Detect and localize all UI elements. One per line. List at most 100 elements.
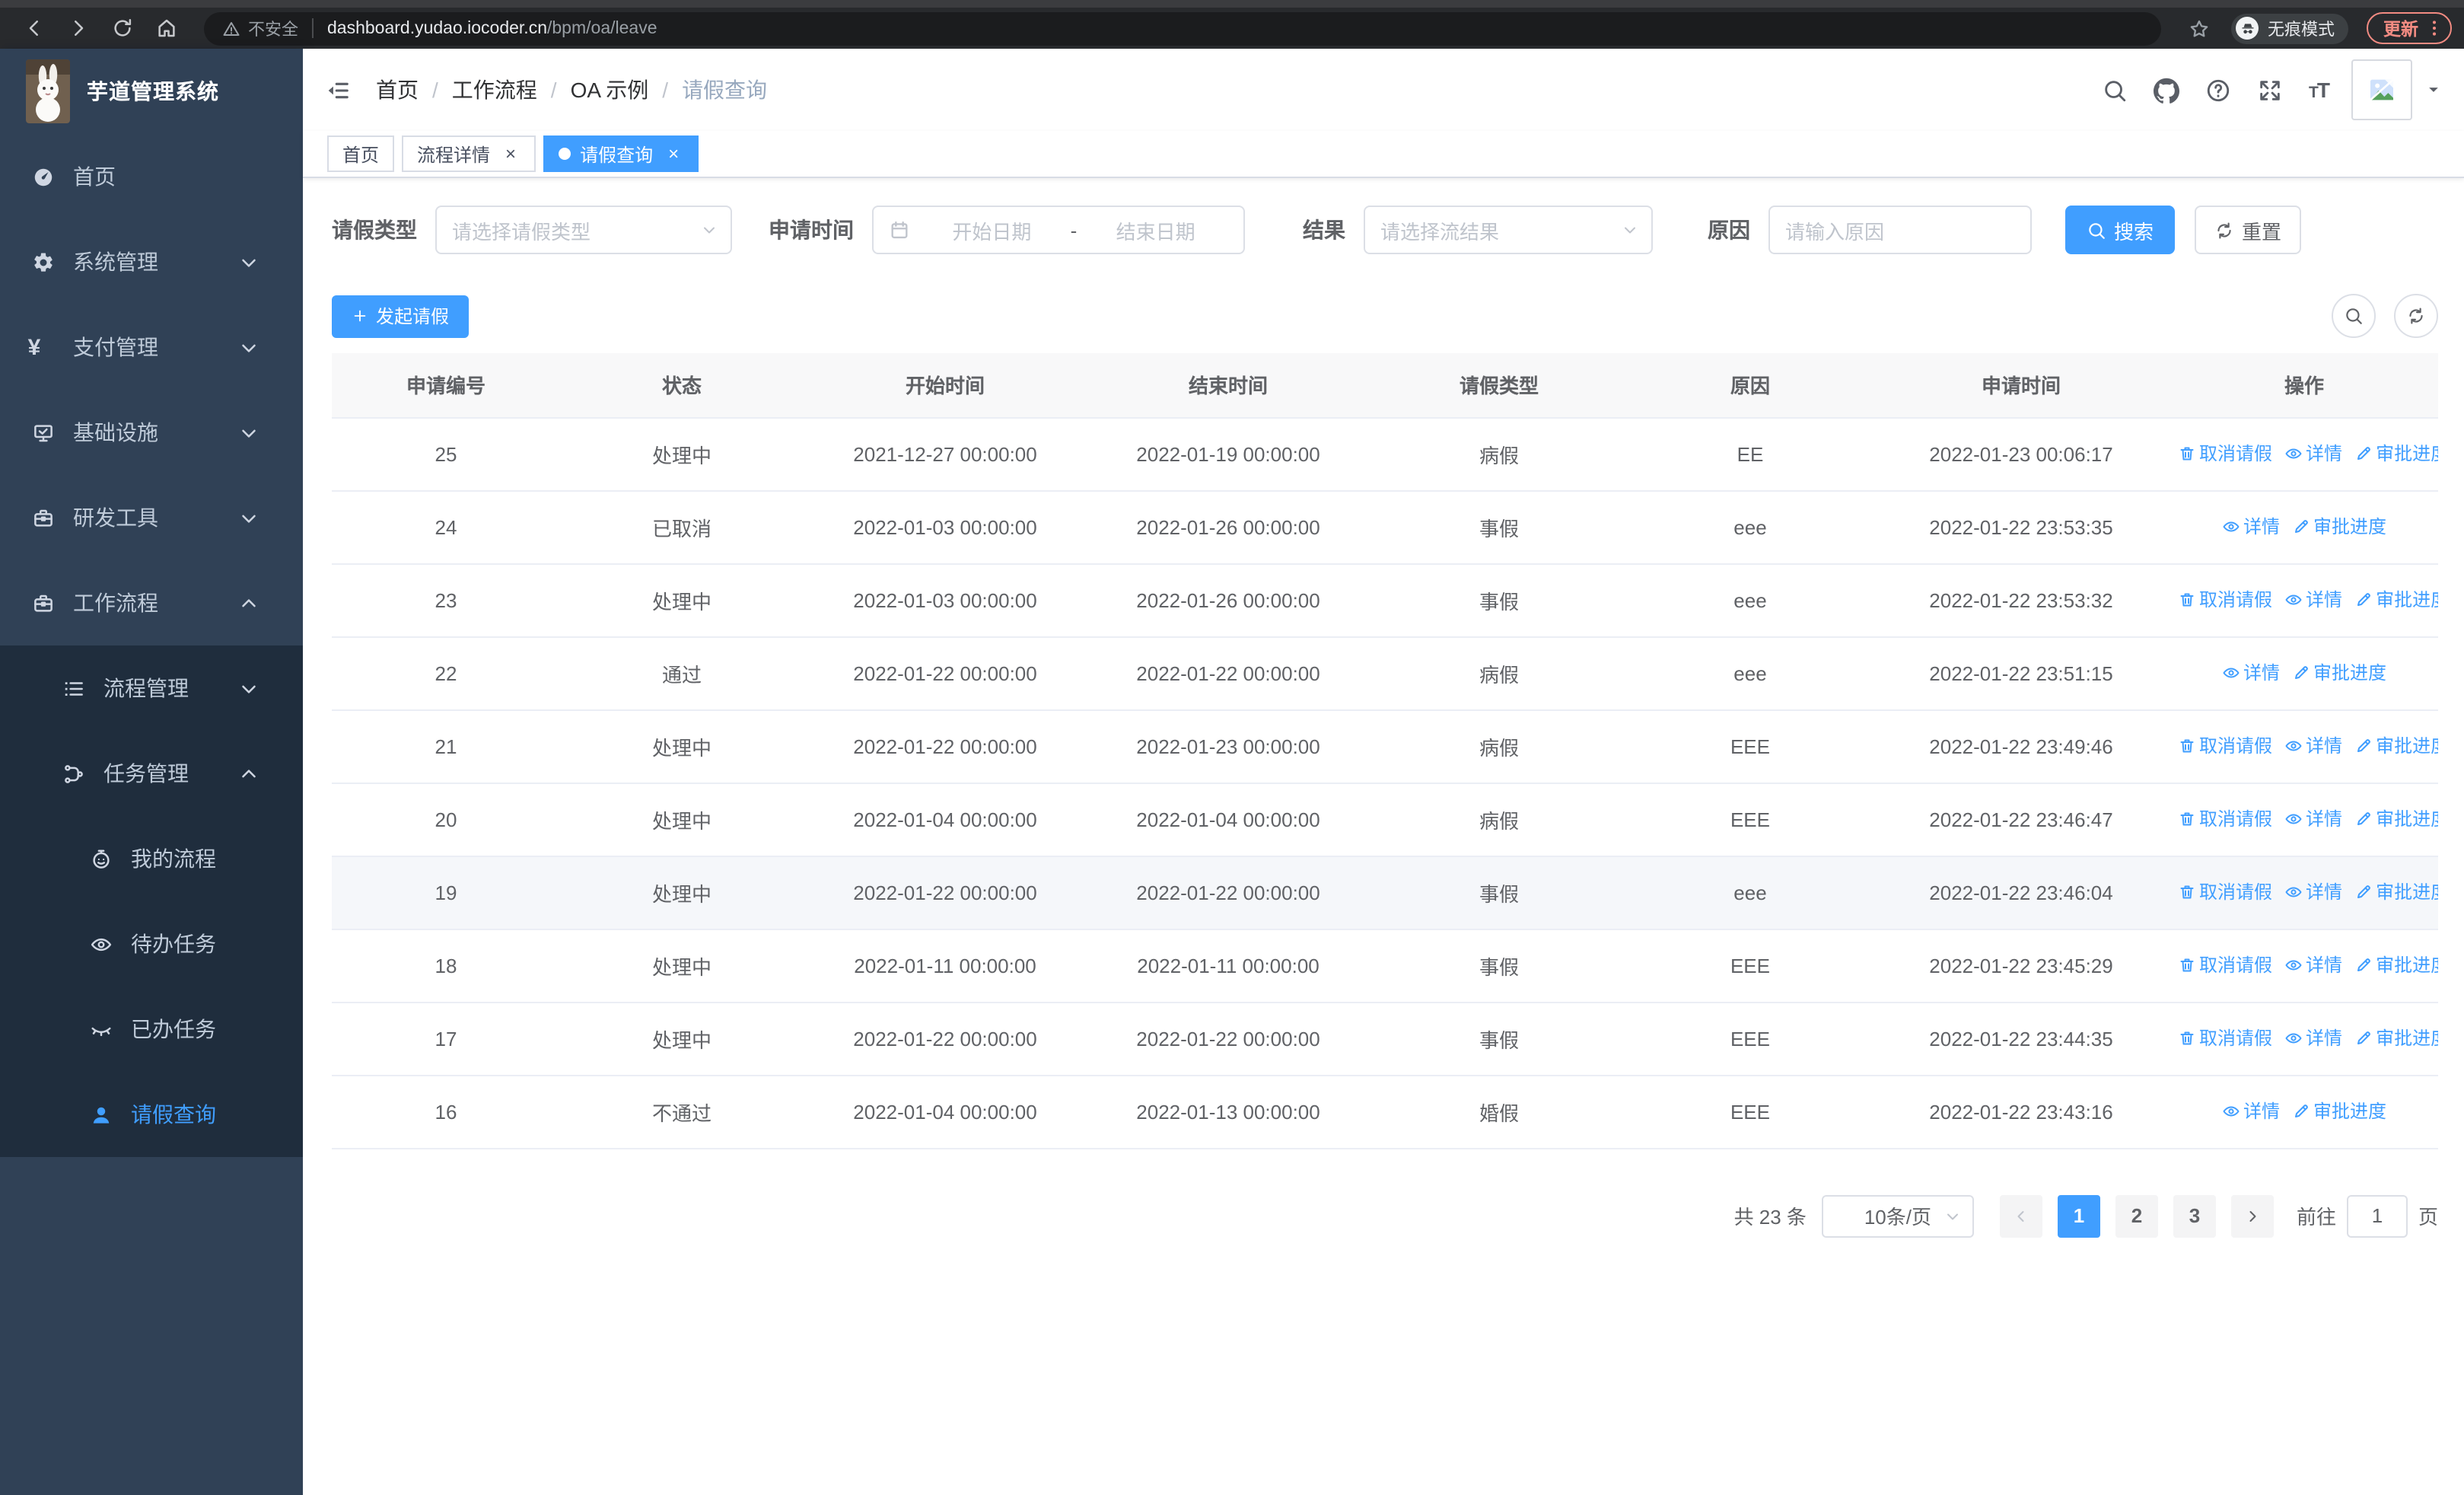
action-取消请假[interactable]: 取消请假	[2178, 441, 2272, 467]
sidebar-item-我的流程[interactable]: 我的流程	[0, 816, 303, 901]
reason-placeholder: 请输入原因	[1785, 220, 1885, 243]
action-详情[interactable]: 详情	[2284, 879, 2342, 905]
tab-close-icon[interactable]: ×	[501, 144, 520, 164]
action-详情[interactable]: 详情	[2284, 587, 2342, 613]
breadcrumb-item[interactable]: 首页	[376, 75, 419, 105]
action-详情[interactable]: 详情	[2284, 806, 2342, 832]
action-审批进度[interactable]: 审批进度	[2292, 514, 2386, 540]
breadcrumb-item[interactable]: 工作流程	[452, 75, 537, 105]
breadcrumb-item[interactable]: OA 示例	[571, 75, 649, 105]
cell-start-time: 2022-01-22 00:00:00	[804, 1002, 1087, 1076]
logo-row[interactable]: 芋道管理系统	[0, 49, 303, 134]
help-icon[interactable]	[2205, 77, 2231, 103]
header-search-icon[interactable]	[2102, 77, 2128, 103]
date-range-input[interactable]: 开始日期 - 结束日期	[872, 206, 1245, 254]
action-label: 取消请假	[2199, 443, 2273, 465]
action-审批进度[interactable]: 审批进度	[2354, 587, 2438, 613]
next-page-button[interactable]	[2230, 1194, 2274, 1237]
action-详情[interactable]: 详情	[2222, 660, 2280, 686]
action-取消请假[interactable]: 取消请假	[2178, 1025, 2272, 1051]
action-label: 取消请假	[2199, 881, 2273, 904]
action-详情[interactable]: 详情	[2222, 1098, 2280, 1124]
action-审批进度[interactable]: 审批进度	[2354, 806, 2438, 832]
page-button-3[interactable]: 3	[2173, 1194, 2216, 1237]
sidebar-item-label: 我的流程	[131, 846, 216, 871]
refresh-table-button[interactable]	[2394, 294, 2438, 338]
sidebar-item-研发工具[interactable]: 研发工具	[0, 475, 303, 560]
tab-流程详情[interactable]: 流程详情 ×	[402, 135, 536, 172]
tab-请假查询[interactable]: 请假查询 ×	[543, 135, 699, 172]
create-leave-button[interactable]: 发起请假	[332, 295, 470, 337]
cell-end-time: 2022-01-26 00:00:00	[1087, 490, 1370, 564]
search-button[interactable]: 搜索	[2065, 206, 2176, 254]
fullscreen-icon[interactable]	[2257, 77, 2283, 103]
pagination-pages: 123	[2050, 1194, 2224, 1237]
sidebar-item-支付管理[interactable]: ¥ 支付管理	[0, 304, 303, 390]
avatar[interactable]	[2351, 59, 2412, 120]
reload-icon[interactable]	[111, 17, 134, 40]
page-button-2[interactable]: 2	[2115, 1194, 2158, 1237]
sidebar-item-流程管理[interactable]: 流程管理	[0, 645, 303, 731]
leave-type-select[interactable]: 请选择请假类型	[435, 206, 732, 254]
sidebar-item-请假查询[interactable]: 请假查询	[0, 1072, 303, 1157]
action-取消请假[interactable]: 取消请假	[2178, 806, 2272, 832]
chev-down-icon	[237, 677, 260, 700]
monitor-icon	[32, 421, 55, 444]
tab-label: 请假查询	[580, 144, 654, 165]
reset-button[interactable]: 重置	[2195, 206, 2302, 254]
tab-close-icon[interactable]: ×	[664, 144, 683, 164]
sidebar-item-任务管理[interactable]: 任务管理	[0, 731, 303, 816]
action-审批进度[interactable]: 审批进度	[2292, 1098, 2386, 1124]
sidebar-item-已办任务[interactable]: 已办任务	[0, 987, 303, 1072]
browser-menu-update-button[interactable]: 更新	[2367, 12, 2452, 44]
action-取消请假[interactable]: 取消请假	[2178, 879, 2272, 905]
action-取消请假[interactable]: 取消请假	[2178, 952, 2272, 978]
bookmark-star-icon[interactable]	[2189, 18, 2210, 39]
cell-start-time: 2022-01-11 00:00:00	[804, 929, 1087, 1003]
result-select[interactable]: 请选择流结果	[1364, 206, 1653, 254]
reason-input[interactable]: 请输入原因	[1768, 206, 2032, 254]
url-bar[interactable]: 不安全 dashboard.yudao.iocoder.cn /bpm/oa/l…	[204, 11, 2161, 45]
action-审批进度[interactable]: 审批进度	[2354, 733, 2438, 759]
action-详情[interactable]: 详情	[2284, 441, 2342, 467]
column-header: 状态	[560, 353, 804, 417]
not-secure-label[interactable]: 不安全	[248, 16, 298, 40]
page-button-1[interactable]: 1	[2057, 1194, 2100, 1237]
toggle-search-button[interactable]	[2332, 294, 2376, 338]
sidebar-item-基础设施[interactable]: 基础设施	[0, 390, 303, 475]
goto-page-input[interactable]	[2346, 1194, 2408, 1237]
cell-leave-type: 婚假	[1370, 1075, 1628, 1149]
avatar-caret-icon[interactable]	[2426, 82, 2441, 97]
forward-icon[interactable]	[67, 17, 90, 40]
cell-start-time: 2022-01-03 00:00:00	[804, 563, 1087, 637]
sidebar-item-首页[interactable]: 首页	[0, 134, 303, 219]
tab-首页[interactable]: 首页	[327, 135, 395, 172]
page-size-select[interactable]: 10条/页	[1821, 1194, 1974, 1237]
sidebar-item-系统管理[interactable]: 系统管理	[0, 219, 303, 304]
sidebar-fold-icon[interactable]	[326, 77, 352, 103]
sidebar-item-工作流程[interactable]: 工作流程	[0, 560, 303, 645]
prev-page-button[interactable]	[1999, 1194, 2042, 1237]
action-审批进度[interactable]: 审批进度	[2354, 879, 2438, 905]
cell-apply-time: 2022-01-22 23:51:15	[1872, 636, 2170, 710]
action-取消请假[interactable]: 取消请假	[2178, 587, 2272, 613]
action-审批进度[interactable]: 审批进度	[2292, 660, 2386, 686]
action-审批进度[interactable]: 审批进度	[2354, 952, 2438, 978]
filter-form: 请假类型 请选择请假类型 申请时间 开始日期 - 结束日期 结果 请选择流结果	[332, 206, 2438, 254]
home-icon[interactable]	[155, 17, 178, 40]
action-取消请假[interactable]: 取消请假	[2178, 733, 2272, 759]
text-size-icon[interactable]: TT	[2309, 78, 2330, 102]
action-详情[interactable]: 详情	[2284, 733, 2342, 759]
action-审批进度[interactable]: 审批进度	[2354, 441, 2438, 467]
action-审批进度[interactable]: 审批进度	[2354, 1025, 2438, 1051]
cell-start-time: 2022-01-04 00:00:00	[804, 783, 1087, 856]
github-icon[interactable]	[2154, 77, 2180, 103]
back-icon[interactable]	[23, 17, 46, 40]
search-button-label: 搜索	[2114, 220, 2154, 243]
action-label: 审批进度	[2376, 1028, 2438, 1050]
action-详情[interactable]: 详情	[2284, 952, 2342, 978]
action-详情[interactable]: 详情	[2284, 1025, 2342, 1051]
sidebar-item-待办任务[interactable]: 待办任务	[0, 901, 303, 987]
kebab-menu-icon[interactable]	[2424, 18, 2444, 38]
action-详情[interactable]: 详情	[2222, 514, 2280, 540]
